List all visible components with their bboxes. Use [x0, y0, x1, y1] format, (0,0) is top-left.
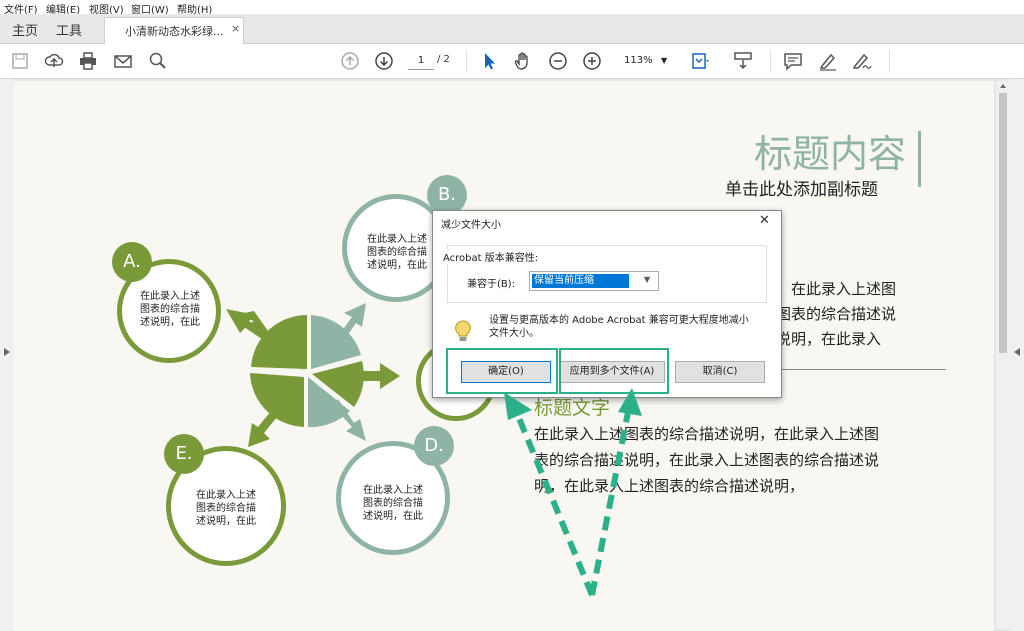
page-up-icon[interactable] [340, 51, 360, 71]
slide-subtitle: 单击此处添加副标题 [725, 180, 878, 200]
zoom-select[interactable]: 113% ▼ [616, 53, 672, 69]
hint-text: 设置与更高版本的 Adobe Acrobat 兼容可更大程度地减小文件大小。 [489, 315, 749, 339]
lightbulb-icon [455, 320, 471, 341]
select-cursor-icon[interactable] [479, 51, 499, 71]
scrollbar-thumb[interactable] [999, 93, 1007, 353]
scroll-mode-icon[interactable] [733, 51, 753, 71]
badge-d: D. [414, 426, 454, 466]
title-bar [918, 131, 921, 187]
compat-selected-value: 保留当前压缩 [532, 274, 629, 288]
sign-icon[interactable] [852, 51, 872, 71]
cloud-upload-icon[interactable] [44, 51, 64, 71]
save-icon[interactable] [10, 51, 30, 71]
body-right-line: ，在此录入上述图 [776, 280, 897, 298]
body-text-right: ，在此录入上述图 图表的综合描述说 说明，在此录入 [776, 277, 896, 352]
toolbar-divider [889, 50, 890, 72]
chevron-down-icon: ▼ [644, 275, 651, 284]
hand-tool-icon[interactable] [513, 51, 533, 71]
search-icon[interactable] [148, 51, 168, 71]
badge-a: A. [112, 242, 152, 282]
left-panel-toggle[interactable] [0, 79, 15, 631]
right-panel-toggle[interactable] [1010, 79, 1024, 631]
scroll-up-icon[interactable] [999, 83, 1007, 89]
badge-e: E. [164, 434, 204, 474]
dialog-title: 减少文件大小 [441, 220, 501, 231]
cancel-button[interactable]: 取消(C) [675, 361, 765, 383]
compat-group-label: Acrobat 版本兼容性: [443, 249, 539, 264]
toolbar: 1 / 2 113% ▼ [0, 44, 1024, 79]
expand-right-icon [1014, 348, 1020, 356]
pie-diagram [226, 303, 400, 447]
circle-b-text: 在此录入上述 图表的综合描 述说明，在此 [367, 234, 427, 271]
page-number-input[interactable]: 1 [408, 53, 434, 70]
comment-icon[interactable] [783, 51, 803, 71]
zoom-out-icon[interactable] [548, 51, 568, 71]
compat-select[interactable]: 保留当前压缩 ▼ [529, 271, 659, 291]
circle-d-text: 在此录入上述 图表的综合描 述说明，在此 [363, 485, 423, 522]
badge-b: B. [427, 175, 467, 215]
document-tab-label: 小清新动态水彩绿... [125, 25, 224, 38]
vertical-scrollbar[interactable] [996, 81, 1010, 629]
page-total: / 2 [437, 54, 450, 65]
mail-icon[interactable] [113, 51, 133, 71]
zoom-value: 113% [624, 55, 653, 66]
close-tab-icon[interactable]: × [231, 22, 240, 35]
zoom-in-icon[interactable] [582, 51, 602, 71]
fit-page-icon[interactable] [690, 51, 710, 71]
annotation-arrows [504, 388, 642, 597]
circle-a-text: 在此录入上述 图表的综合描 述说明，在此 [140, 291, 200, 328]
highlight-pen-icon[interactable] [818, 51, 838, 71]
tab-tools[interactable]: 工具 [56, 20, 82, 39]
compat-label: 兼容于(B): [467, 279, 516, 290]
menu-bar: 文件(F) 编辑(E) 视图(V) 窗口(W) 帮助(H) [0, 0, 1024, 16]
expand-left-icon [4, 348, 10, 356]
tab-home[interactable]: 主页 [12, 20, 38, 39]
circle-e-text: 在此录入上述 图表的综合描 述说明，在此 [196, 490, 256, 527]
tab-document[interactable]: 小清新动态水彩绿... × [104, 17, 244, 44]
dialog-close-icon[interactable]: ✕ [759, 213, 770, 228]
print-icon[interactable] [78, 51, 98, 71]
chevron-down-icon: ▼ [661, 56, 668, 65]
toolbar-divider [466, 50, 467, 72]
toolbar-divider [770, 50, 771, 72]
body-right-line: 图表的综合描述说 [776, 305, 897, 323]
page-down-icon[interactable] [374, 51, 394, 71]
body-right-line: 说明，在此录入 [776, 330, 882, 348]
tab-bar: 主页 工具 小清新动态水彩绿... × [0, 14, 1024, 44]
slide-title: 标题内容 [754, 132, 907, 176]
